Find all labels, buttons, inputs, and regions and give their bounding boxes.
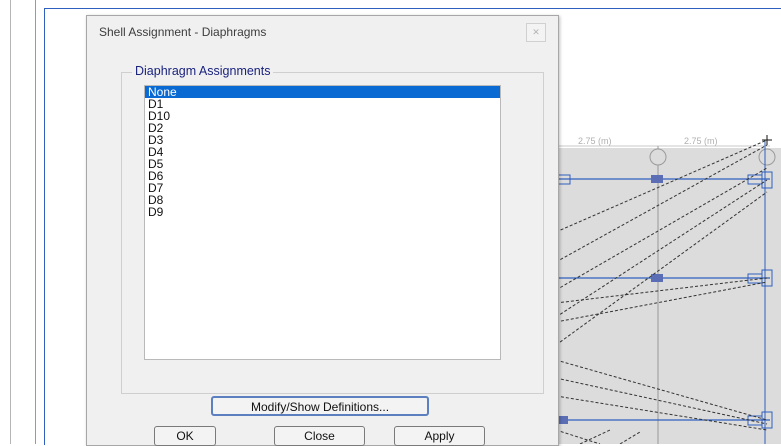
dimension-label-2: 2.75 (m): [684, 136, 718, 146]
node[interactable]: [651, 274, 663, 282]
list-item-d8[interactable]: D8: [145, 194, 500, 206]
list-item-d4[interactable]: D4: [145, 146, 500, 158]
close-button[interactable]: Close: [274, 426, 365, 446]
list-item-d2[interactable]: D2: [145, 122, 500, 134]
list-item-d1[interactable]: D1: [145, 98, 500, 110]
shell-area: [556, 148, 781, 444]
list-item-d6[interactable]: D6: [145, 170, 500, 182]
dialog-title: Shell Assignment - Diaphragms: [99, 25, 267, 39]
ok-button[interactable]: OK: [154, 426, 216, 446]
list-item-d3[interactable]: D3: [145, 134, 500, 146]
node[interactable]: [651, 175, 663, 183]
list-item-d10[interactable]: D10: [145, 110, 500, 122]
shell-assignment-dialog: Shell Assignment - Diaphragms ✕ Diaphrag…: [86, 15, 559, 446]
group-label: Diaphragm Assignments: [132, 64, 274, 78]
diaphragm-assignments-group: Diaphragm Assignments None D1 D10 D2 D3 …: [121, 64, 544, 394]
list-item-d9[interactable]: D9: [145, 206, 500, 218]
close-icon[interactable]: ✕: [526, 23, 546, 42]
diaphragm-listbox[interactable]: None D1 D10 D2 D3 D4 D5 D6 D7 D8 D9: [144, 85, 501, 360]
list-item-d5[interactable]: D5: [145, 158, 500, 170]
apply-button[interactable]: Apply: [394, 426, 485, 446]
list-item-none[interactable]: None: [145, 86, 500, 98]
dimension-label-1: 2.75 (m): [578, 136, 612, 146]
list-item-d7[interactable]: D7: [145, 182, 500, 194]
modify-show-definitions-button[interactable]: Modify/Show Definitions...: [211, 396, 429, 416]
